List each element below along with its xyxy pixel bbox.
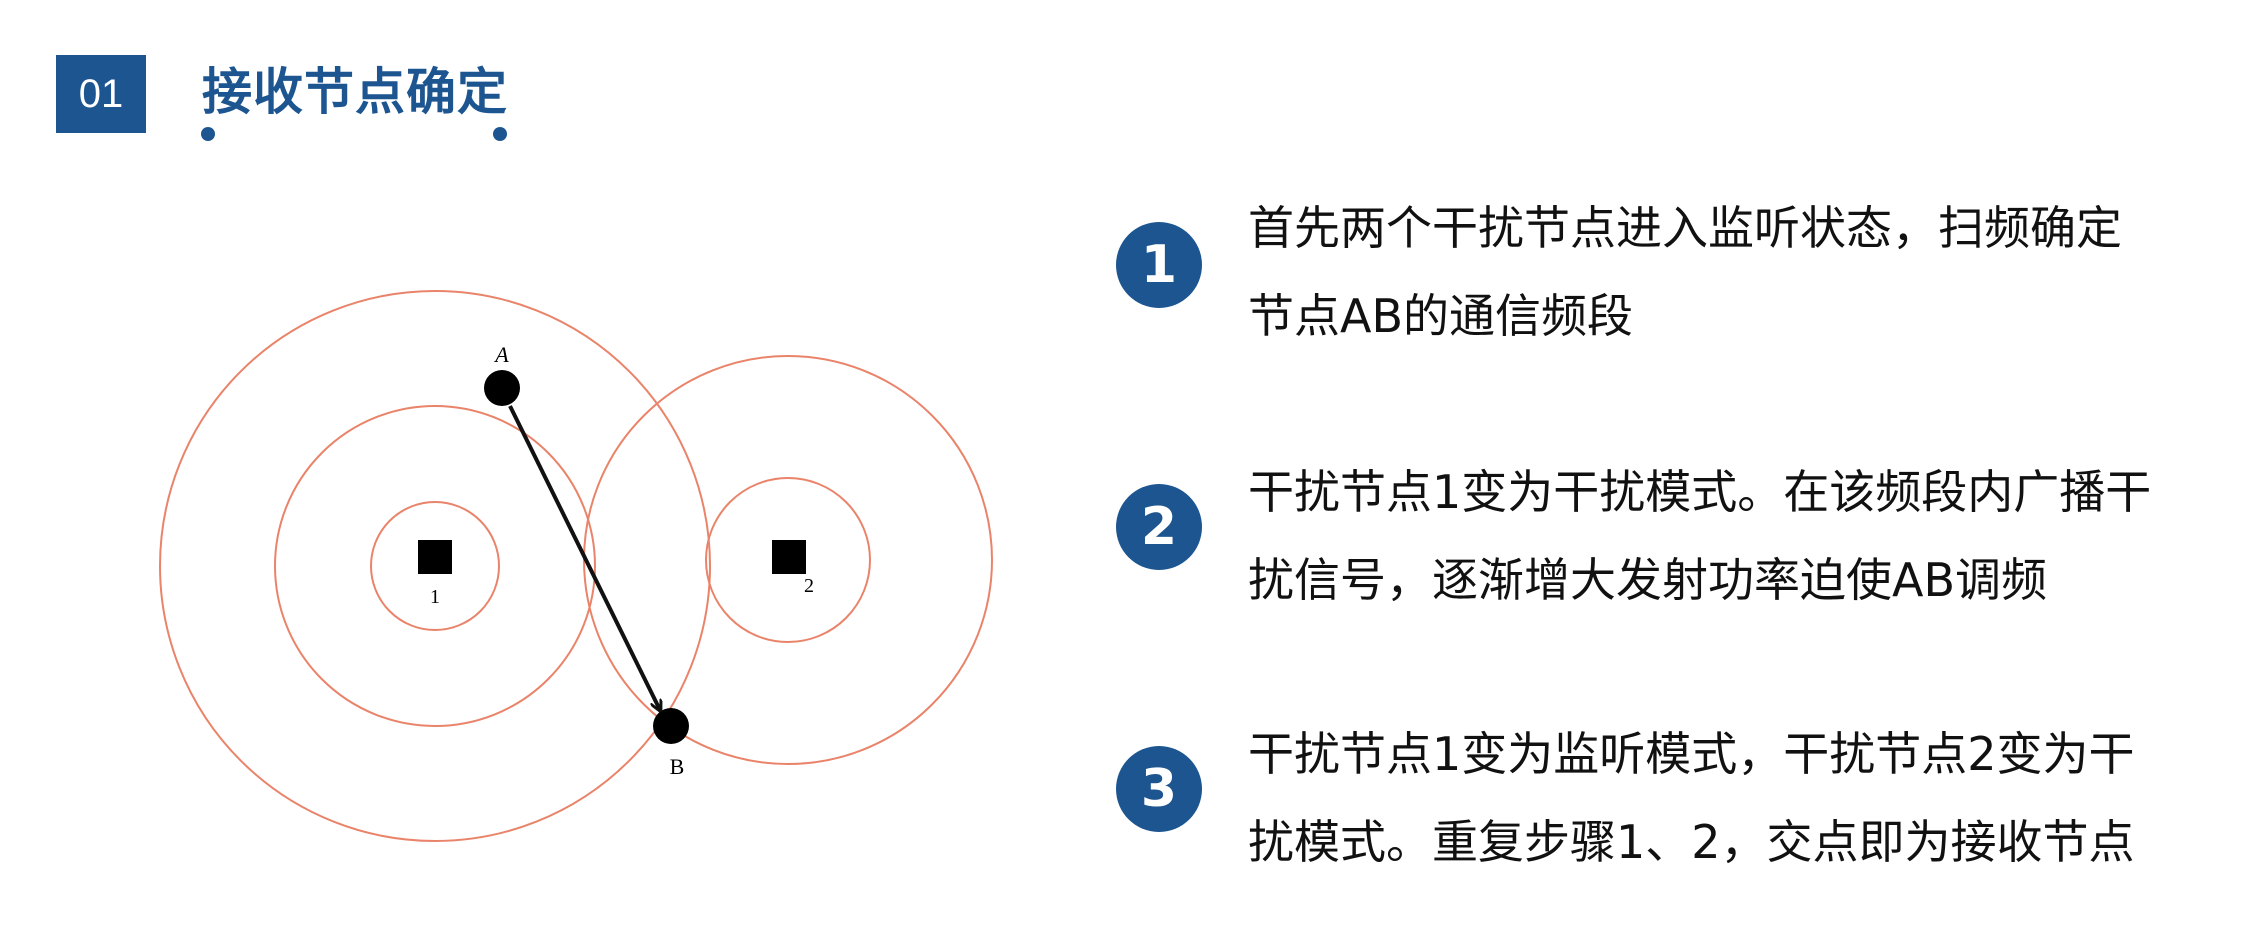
step-2-text: 干扰节点1变为干扰模式。在该频段内广播干 扰信号，逐渐增大发射功率迫使AB调频 xyxy=(1248,448,2248,624)
section-number-badge: 01 xyxy=(56,55,146,133)
step-1-line-2: 节点AB的通信频段 xyxy=(1248,289,1634,343)
step-1-text: 首先两个干扰节点进入监听状态，扫频确定 节点AB的通信频段 xyxy=(1248,184,2248,360)
jammer-1-node xyxy=(418,540,452,574)
step-2-number: 2 xyxy=(1116,484,1202,570)
node-b-label: B xyxy=(670,754,685,779)
step-2-line-2: 扰信号，逐渐增大发射功率迫使AB调频 xyxy=(1248,553,2048,607)
step-3-line-2: 扰模式。重复步骤1、2，交点即为接收节点 xyxy=(1248,815,2135,869)
node-a-label: A xyxy=(493,342,509,367)
signal-arrow xyxy=(508,405,660,710)
step-3-number: 3 xyxy=(1116,746,1202,832)
jammer-1-label: 1 xyxy=(430,586,440,608)
step-2-line-1: 干扰节点1变为干扰模式。在该频段内广播干 xyxy=(1248,465,2152,519)
node-b xyxy=(653,708,689,744)
section-title: 接收节点确定 xyxy=(202,63,508,121)
node-a xyxy=(484,370,520,406)
step-3-text: 干扰节点1变为监听模式，干扰节点2变为干 扰模式。重复步骤1、2，交点即为接收节… xyxy=(1248,710,2248,886)
step-1-number: 1 xyxy=(1116,222,1202,308)
title-underline xyxy=(201,127,507,141)
jamming-diagram: A B 1 2 xyxy=(159,290,993,842)
jammer-2-node xyxy=(772,540,806,574)
step-3-line-1: 干扰节点1变为监听模式，干扰节点2变为干 xyxy=(1248,727,2135,781)
jammer-2-label: 2 xyxy=(804,575,814,597)
step-1-line-1: 首先两个干扰节点进入监听状态，扫频确定 xyxy=(1248,201,2122,255)
